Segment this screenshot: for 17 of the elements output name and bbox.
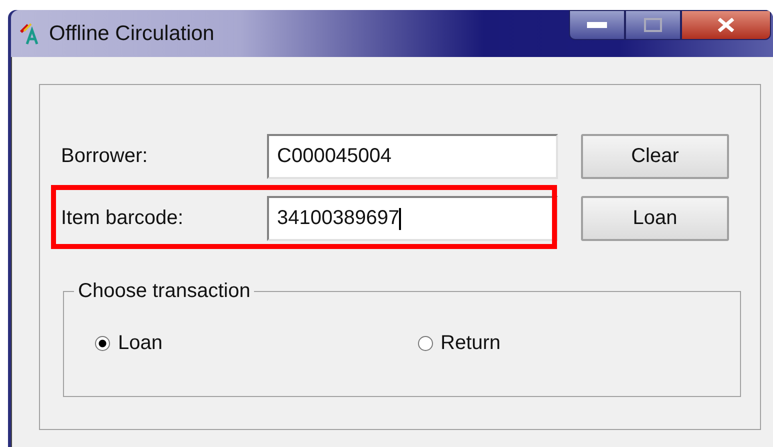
action-button[interactable]: Clear xyxy=(581,134,729,179)
field-label: Item barcode: xyxy=(61,207,184,230)
close-button[interactable] xyxy=(681,10,771,40)
maximize-button[interactable] xyxy=(625,10,681,40)
radio-label[interactable]: Loan xyxy=(118,332,162,355)
action-button[interactable]: Loan xyxy=(581,196,729,241)
radio-button[interactable] xyxy=(418,336,432,351)
minimize-button[interactable] xyxy=(569,10,625,40)
radio-label[interactable]: Return xyxy=(440,332,501,355)
field-label: Borrower: xyxy=(61,145,149,168)
radio-button[interactable] xyxy=(95,336,110,351)
maximize-icon xyxy=(644,18,662,32)
minimize-icon xyxy=(587,21,607,29)
input-field[interactable]: C000045004 xyxy=(267,134,558,179)
window-title: Offline Circulation xyxy=(49,22,214,46)
close-icon xyxy=(717,18,735,32)
input-field[interactable]: 34100389697 xyxy=(267,196,558,241)
